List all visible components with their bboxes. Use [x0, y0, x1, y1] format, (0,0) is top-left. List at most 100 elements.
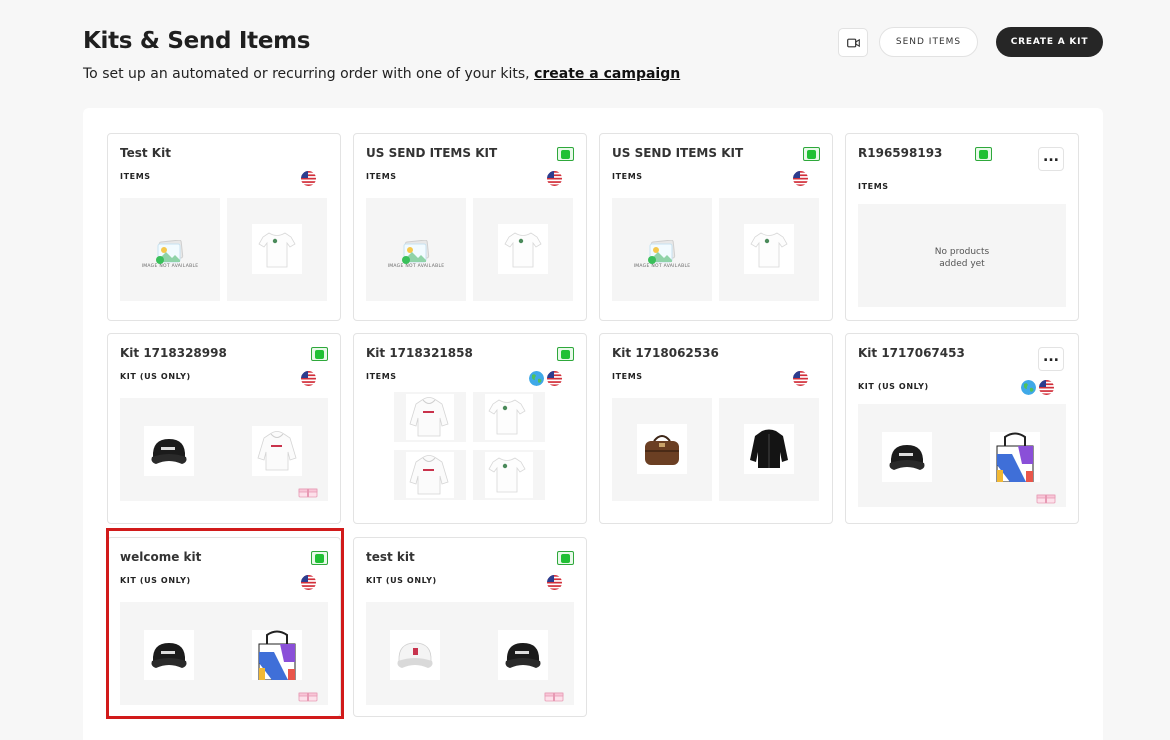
region-flags [301, 371, 316, 386]
kit-type-label: ITEMS [612, 372, 643, 381]
globe-icon [1021, 380, 1036, 395]
kit-card[interactable]: Kit 1717067453 KIT (US ONLY)... [845, 333, 1079, 524]
send-items-button[interactable]: SEND ITEMS [879, 27, 978, 57]
kit-card[interactable]: Kit 1718321858 ITEMS [353, 333, 587, 524]
us-flag-icon [1039, 380, 1054, 395]
product-thumbnail [227, 198, 327, 301]
kit-card[interactable]: test kit KIT (US ONLY) [353, 537, 587, 717]
products-area [858, 404, 1066, 507]
product-thumbnail [473, 198, 573, 301]
active-status-indicator [557, 147, 574, 161]
kit-name: Kit 1717067453 [858, 346, 965, 360]
subtitle-text: To set up an automated or recurring orde… [83, 66, 535, 82]
kit-card[interactable]: Test Kit ITEMS IMAGE NOT AVAILABLE [107, 133, 341, 321]
kit-name: US SEND ITEMS KIT [366, 146, 498, 160]
kit-type-label: ITEMS [612, 172, 643, 181]
kit-name: R196598193 [858, 146, 943, 160]
kit-name: Kit 1718321858 [366, 346, 473, 360]
kit-card[interactable]: US SEND ITEMS KIT ITEMS IMAGE NOT AVAILABL… [599, 133, 833, 321]
white-cap-image [390, 630, 440, 680]
products-area [120, 398, 328, 501]
empty-products-area: No products added yet [858, 204, 1066, 307]
active-status-indicator [311, 347, 328, 361]
kit-card[interactable]: US SEND ITEMS KIT ITEMS IMAGE NOT AVAILABL… [353, 133, 587, 321]
video-camera-icon [846, 38, 860, 47]
leather-duffel-bag-image [637, 424, 687, 474]
active-status-indicator [975, 147, 992, 161]
page-title: Kits & Send Items [83, 28, 311, 54]
kit-name: Kit 1718328998 [120, 346, 227, 360]
product-thumbnail [719, 398, 819, 501]
kit-name: Test Kit [120, 146, 171, 160]
page-subtitle: To set up an automated or recurring orde… [83, 66, 680, 82]
product-thumbnail [473, 392, 545, 442]
region-flags [793, 171, 808, 186]
image-not-available-image [637, 228, 687, 278]
us-flag-icon [547, 575, 562, 590]
kit-name: test kit [366, 550, 415, 564]
us-flag-icon [301, 371, 316, 386]
region-flags [1021, 380, 1054, 395]
no-products-line: No products [934, 247, 990, 257]
product-thumbnail: IMAGE NOT AVAILABLE [366, 198, 466, 301]
no-products-line: added yet [939, 259, 985, 269]
region-flags [793, 371, 808, 386]
create-kit-button[interactable]: CREATE A KIT [996, 27, 1103, 57]
us-flag-icon [793, 371, 808, 386]
more-options-button[interactable]: ... [1038, 147, 1064, 171]
kit-type-label: KIT (US ONLY) [120, 372, 191, 381]
product-thumbnail [719, 198, 819, 301]
tote-bag-image [990, 432, 1040, 482]
product-thumbnail [612, 398, 712, 501]
more-options-button[interactable]: ... [1038, 347, 1064, 371]
product-thumbnail [394, 392, 466, 442]
product-thumbnail: IMAGE NOT AVAILABLE [120, 198, 220, 301]
image-not-available-image [145, 228, 195, 278]
white-tshirt-image [485, 394, 533, 440]
product-thumbnail [394, 450, 466, 500]
us-flag-icon [547, 171, 562, 186]
video-tutorial-button[interactable] [838, 28, 868, 57]
us-flag-icon [547, 371, 562, 386]
gift-box-icon [544, 687, 564, 702]
active-status-indicator [803, 147, 820, 161]
kit-type-label: ITEMS [366, 372, 397, 381]
region-flags [547, 171, 562, 186]
white-tshirt-image [744, 224, 794, 274]
gift-box-icon [298, 483, 318, 498]
white-hoodie-image [252, 426, 302, 476]
globe-icon [529, 371, 544, 386]
image-not-available-image [391, 228, 441, 278]
black-cap-image [882, 432, 932, 482]
black-cap-image [144, 426, 194, 476]
kit-type-label: KIT (US ONLY) [366, 576, 437, 585]
kit-card[interactable]: Kit 1718062536 ITEMS [599, 333, 833, 524]
gift-box-icon [1036, 489, 1056, 504]
kit-type-label: ITEMS [366, 172, 397, 181]
white-hoodie-image [406, 394, 454, 440]
no-products-message: No products added yet [858, 246, 1066, 270]
region-flags [529, 371, 562, 386]
black-cap-image [498, 630, 548, 680]
white-tshirt-image [485, 452, 533, 498]
kit-type-label: ITEMS [120, 172, 151, 181]
region-flags [547, 575, 562, 590]
product-thumbnail [473, 450, 545, 500]
selected-kit-highlight [106, 528, 344, 719]
kit-name: Kit 1718062536 [612, 346, 719, 360]
us-flag-icon [793, 171, 808, 186]
kit-type-label: KIT (US ONLY) [858, 382, 929, 391]
kit-card[interactable]: R196598193 ITEMS... No products added yet [845, 133, 1079, 321]
region-flags [301, 171, 316, 186]
black-jacket-image [744, 424, 794, 474]
us-flag-icon [301, 171, 316, 186]
kit-type-label: ITEMS [858, 182, 889, 191]
kit-name: US SEND ITEMS KIT [612, 146, 744, 160]
create-campaign-link[interactable]: create a campaign [534, 66, 680, 82]
white-tshirt-image [498, 224, 548, 274]
product-thumbnail: IMAGE NOT AVAILABLE [612, 198, 712, 301]
kit-card[interactable]: Kit 1718328998 KIT (US ONLY) [107, 333, 341, 524]
products-area [366, 602, 574, 705]
active-status-indicator [557, 551, 574, 565]
white-tshirt-image [252, 224, 302, 274]
